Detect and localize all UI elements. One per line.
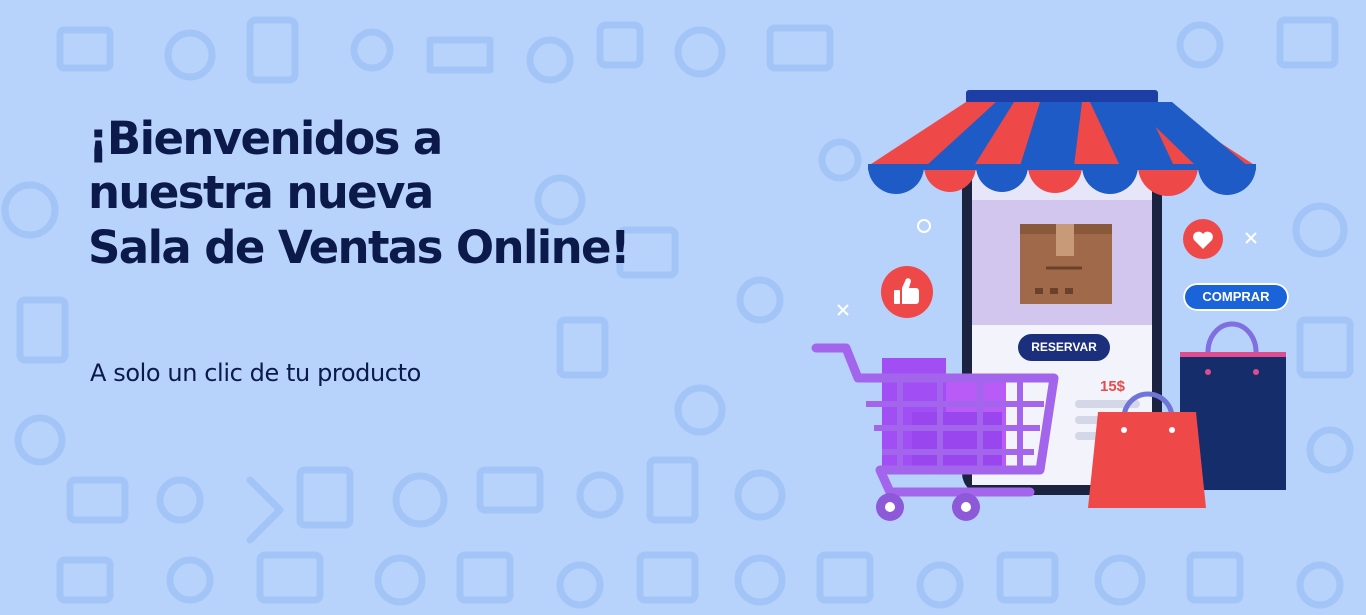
decor-circle [917,219,931,233]
reserve-button[interactable]: RESERVAR [1018,334,1110,361]
shop-awning [868,90,1256,196]
product-price: 15$ [1100,378,1126,395]
welcome-subtitle: A solo un clic de tu producto [90,359,421,387]
hero-banner: ¡Bienvenidos a nuestra nueva Sala de Ven… [0,0,1366,615]
decor-cross-icon [1245,232,1257,244]
shopping-cart-icon [811,343,1059,521]
decor-cross-icon [837,304,849,316]
headline-line-2: nuestra nueva [88,166,434,220]
headline-line-1: ¡Bienvenidos a [88,112,443,165]
welcome-headline: ¡Bienvenidos a nuestra nueva Sala de Ven… [88,112,631,275]
heart-icon [1183,219,1223,259]
headline-line-3: Sala de Ventas Online! [88,220,631,274]
package-icon [1020,224,1112,304]
buy-button[interactable]: COMPRAR [1183,283,1289,311]
thumbs-up-icon [881,266,933,318]
